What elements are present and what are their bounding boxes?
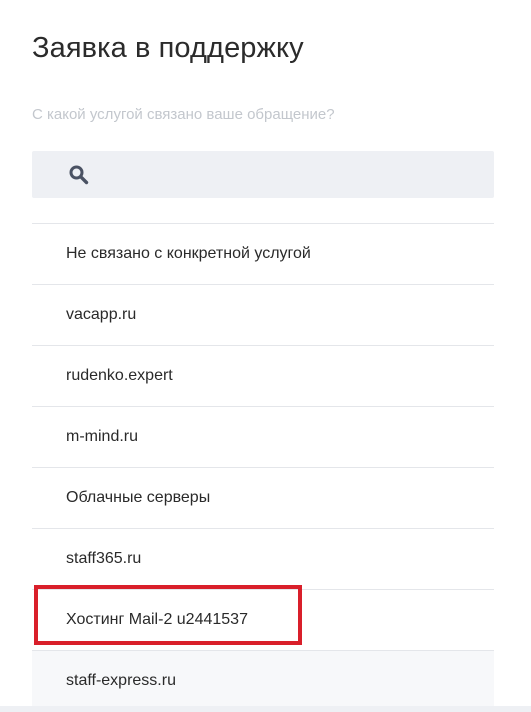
service-question-label: С какой услугой связано ваше обращение? — [32, 106, 335, 123]
service-search-input[interactable] — [92, 151, 486, 200]
service-search-box[interactable] — [32, 151, 494, 200]
page-title: Заявка в поддержку — [32, 32, 304, 64]
service-item-label: vacapp.ru — [66, 306, 137, 323]
service-item-label: m-mind.ru — [66, 428, 139, 445]
bottom-scroll-edge — [0, 706, 531, 712]
service-item-m-mind[interactable]: m-mind.ru — [32, 407, 494, 468]
service-item-label: Не связано с конкретной услугой — [66, 245, 311, 262]
service-item-label: staff365.ru — [66, 550, 142, 567]
service-item-cloud-servers[interactable]: Облачные серверы — [32, 468, 494, 529]
service-item-vacapp[interactable]: vacapp.ru — [32, 285, 494, 346]
service-item-label: Облачные серверы — [66, 489, 211, 506]
service-item-label: rudenko.expert — [66, 367, 173, 384]
service-item-staff365[interactable]: staff365.ru — [32, 529, 494, 590]
service-list: Не связано с конкретной услугой vacapp.r… — [32, 223, 494, 712]
search-icon[interactable] — [68, 164, 90, 186]
service-item-label: staff-express.ru — [66, 672, 176, 689]
service-item-rudenko[interactable]: rudenko.expert — [32, 346, 494, 407]
service-item-hosting-mail-2[interactable]: Хостинг Mail-2 u2441537 — [32, 590, 494, 651]
support-request-dialog: Заявка в поддержку С какой услугой связа… — [0, 0, 531, 712]
service-item-label: Хостинг Mail-2 u2441537 — [66, 611, 248, 628]
service-item-no-service[interactable]: Не связано с конкретной услугой — [32, 224, 494, 285]
service-item-staff-express[interactable]: staff-express.ru — [32, 651, 494, 712]
